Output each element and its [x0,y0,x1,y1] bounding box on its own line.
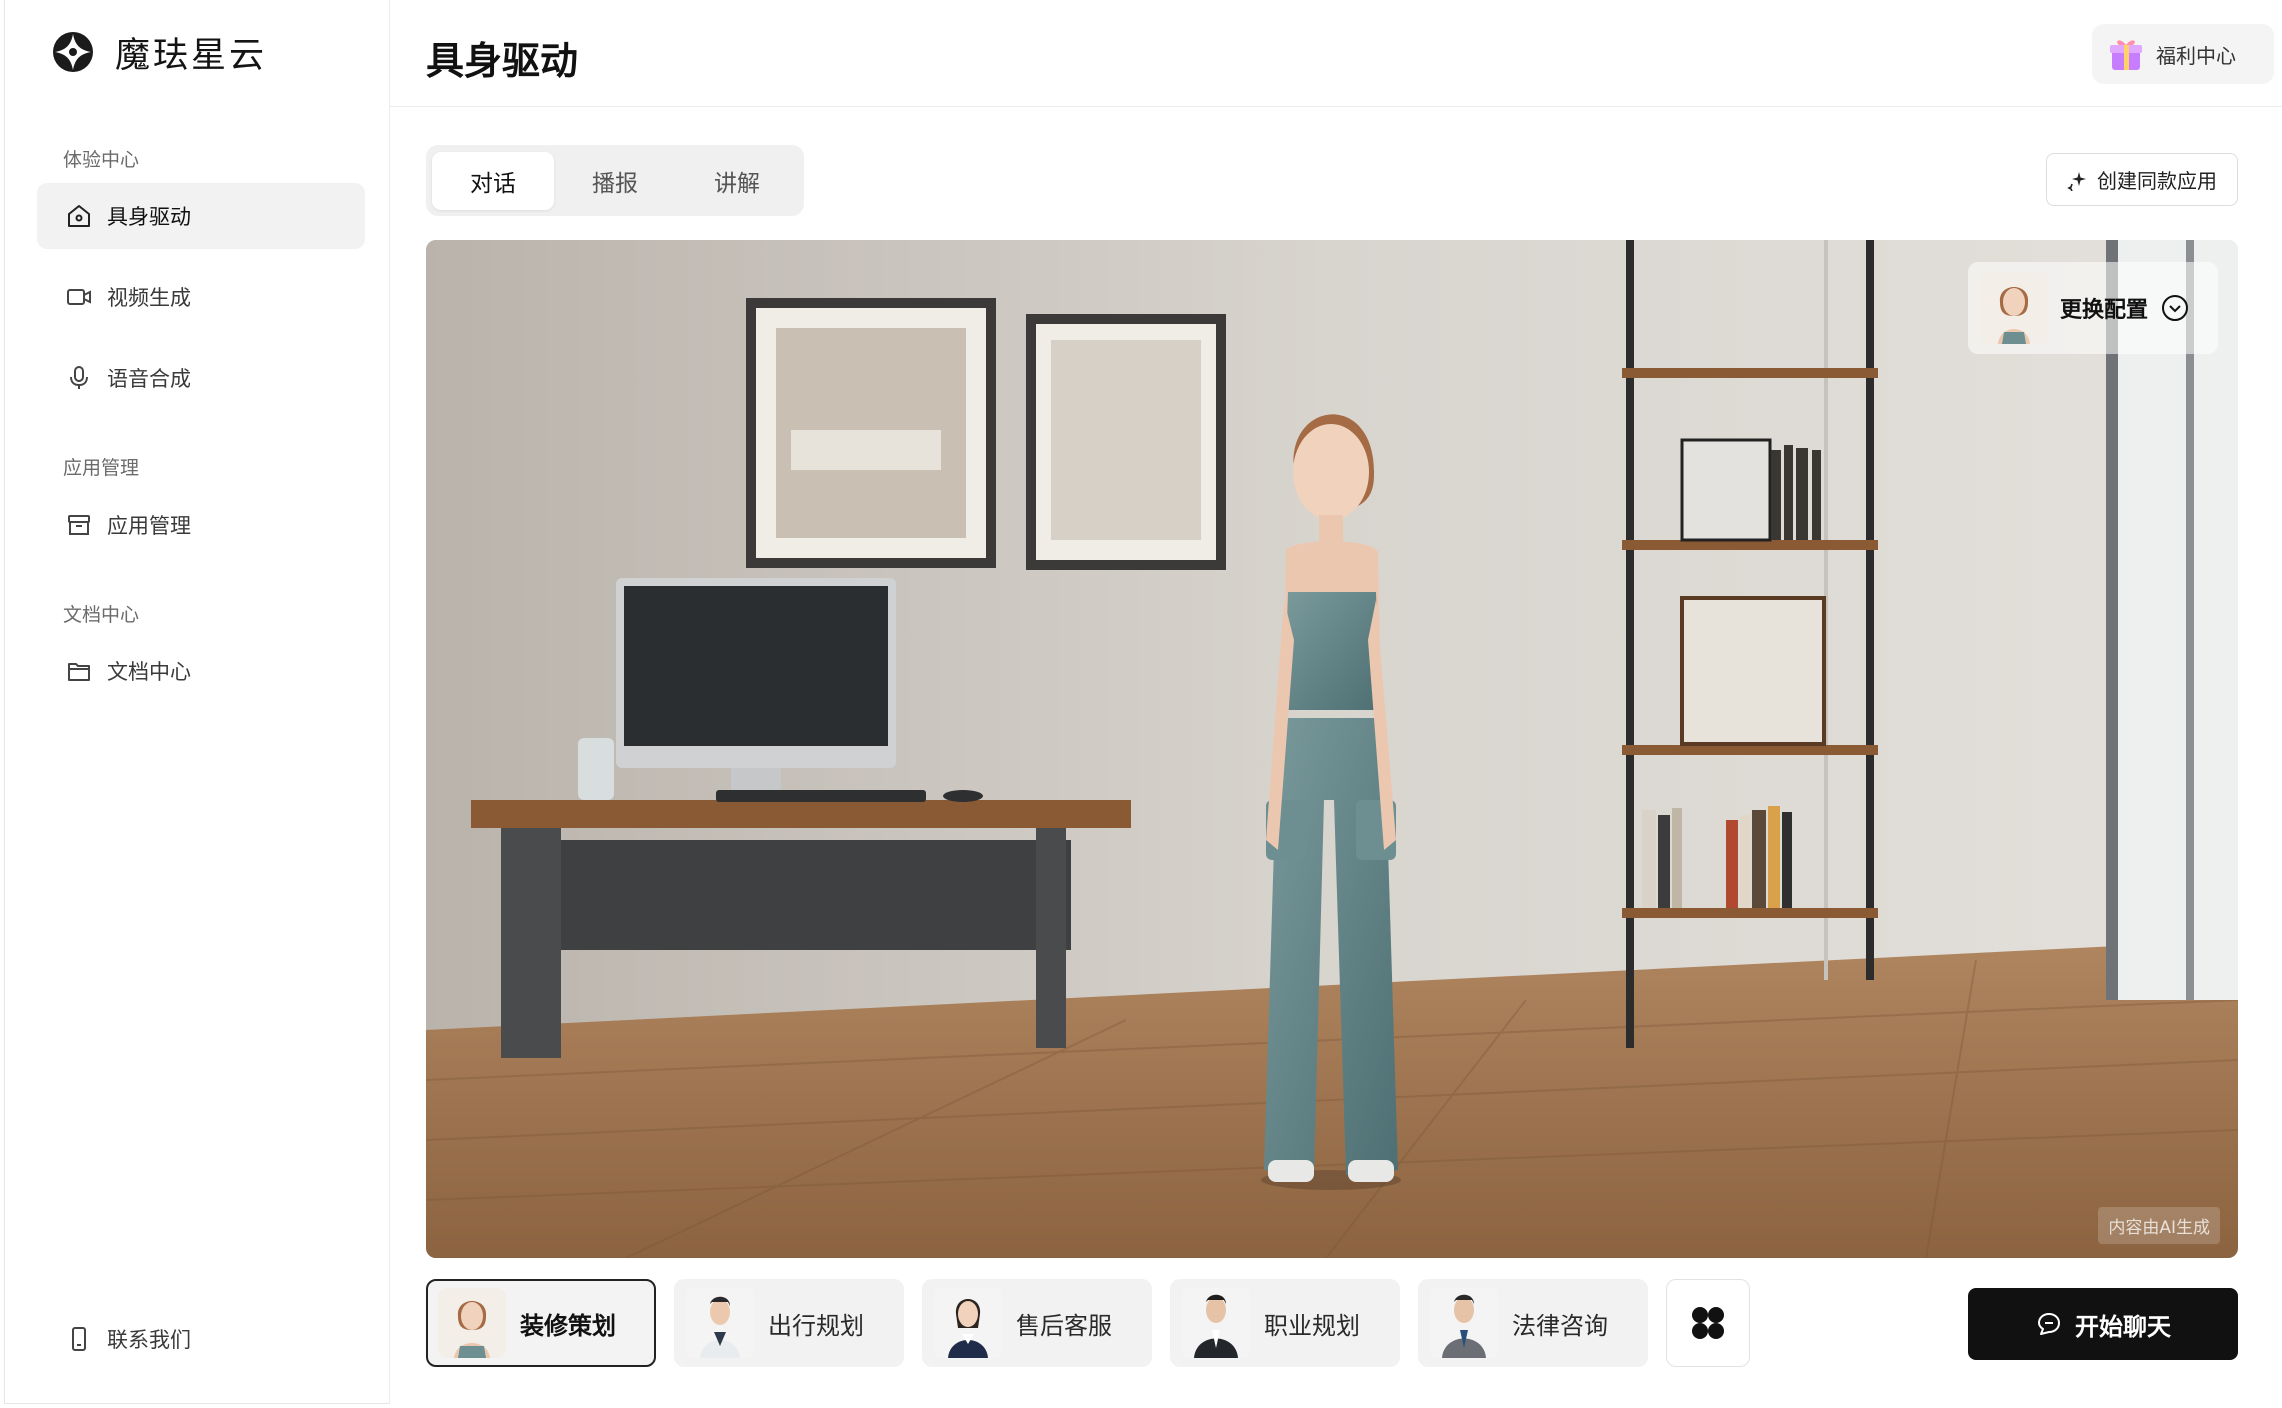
page-title: 具身驱动 [426,39,579,83]
brand-logo-icon [53,32,93,72]
avatar [686,1288,754,1358]
phone-icon [72,1327,86,1351]
scenario-label: 出行规划 [768,1311,864,1340]
sidebar-item-docs[interactable]: 文档中心 [37,638,365,704]
avatar-scene-image [426,240,2238,1258]
gift-icon [2110,40,2142,70]
ai-generated-watermark: 内容由AI生成 [2098,1207,2220,1244]
scenario-label: 职业规划 [1264,1311,1360,1340]
avatar [1430,1288,1498,1358]
mode-tabs: 对话 播报 讲解 [426,145,804,216]
change-config-label: 更换配置 [2060,298,2149,323]
scenario-label: 装修策划 [520,1311,616,1340]
contact-us-link[interactable]: 联系我们 [37,1306,365,1372]
scenario-label: 法律咨询 [1512,1311,1608,1340]
sidebar-item-label: 语音合成 [107,367,191,391]
home-icon [68,205,90,227]
tab-explain[interactable]: 讲解 [676,152,798,210]
sidebar-item-speech-synthesis[interactable]: 语音合成 [37,345,365,411]
scenario-cards: 装修策划 出行规划 售后客服 职业规划 法律咨询 [426,1279,1750,1367]
start-chat-label: 开始聊天 [2075,1312,2171,1341]
tab-broadcast[interactable]: 播报 [554,152,676,210]
sidebar: 魔珐星云 体验中心 具身驱动 视频生成 语音合成 应用管理 应用管理 文档中心 … [4,0,390,1404]
scenario-card-travel[interactable]: 出行规划 [674,1279,904,1367]
avatar [438,1288,506,1358]
scenario-card-renovation[interactable]: 装修策划 [426,1279,656,1367]
brand[interactable]: 魔珐星云 [51,26,267,78]
section-label-experience: 体验中心 [63,149,140,171]
section-label-app-management: 应用管理 [63,457,140,479]
create-same-app-button[interactable]: 创建同款应用 [2046,153,2238,206]
sidebar-item-label: 具身驱动 [107,205,191,229]
create-same-app-label: 创建同款应用 [2097,169,2217,193]
sidebar-item-embodied-drive[interactable]: 具身驱动 [37,183,365,249]
scenario-card-career[interactable]: 职业规划 [1170,1279,1400,1367]
section-label-docs: 文档中心 [63,604,140,626]
scenario-card-legal[interactable]: 法律咨询 [1418,1279,1648,1367]
microphone-icon [70,366,88,389]
more-scenarios-button[interactable] [1666,1279,1750,1367]
sidebar-item-app-management[interactable]: 应用管理 [37,492,365,558]
video-icon [67,289,91,305]
grid-clover-icon [1692,1307,1724,1339]
start-chat-button[interactable]: 开始聊天 [1968,1288,2238,1360]
avatar [934,1288,1002,1358]
brand-name: 魔珐星云 [115,35,268,76]
scenario-card-after-sales[interactable]: 售后客服 [922,1279,1152,1367]
tab-dialogue[interactable]: 对话 [432,151,554,210]
avatar-stage[interactable]: 更换配置 内容由AI生成 [426,240,2238,1258]
box-icon [68,515,90,535]
chat-bubble-icon [2038,1313,2060,1335]
avatar [1182,1288,1250,1358]
sidebar-item-label: 视频生成 [107,286,191,310]
sidebar-item-video-generation[interactable]: 视频生成 [37,264,365,330]
scenario-label: 售后客服 [1016,1311,1112,1340]
contact-us-label: 联系我们 [107,1328,191,1352]
chevron-down-circle-icon [2162,295,2189,321]
folder-icon [68,663,90,681]
welfare-center-label: 福利中心 [2156,43,2236,68]
config-avatar [1980,272,2048,344]
change-config-button[interactable]: 更换配置 [1968,262,2218,354]
header: 具身驱动 福利中心 [390,0,2282,107]
sidebar-item-label: 应用管理 [107,514,191,538]
welfare-center-button[interactable]: 福利中心 [2092,24,2274,84]
sparkle-icon [2067,171,2086,191]
sidebar-item-label: 文档中心 [107,660,191,684]
